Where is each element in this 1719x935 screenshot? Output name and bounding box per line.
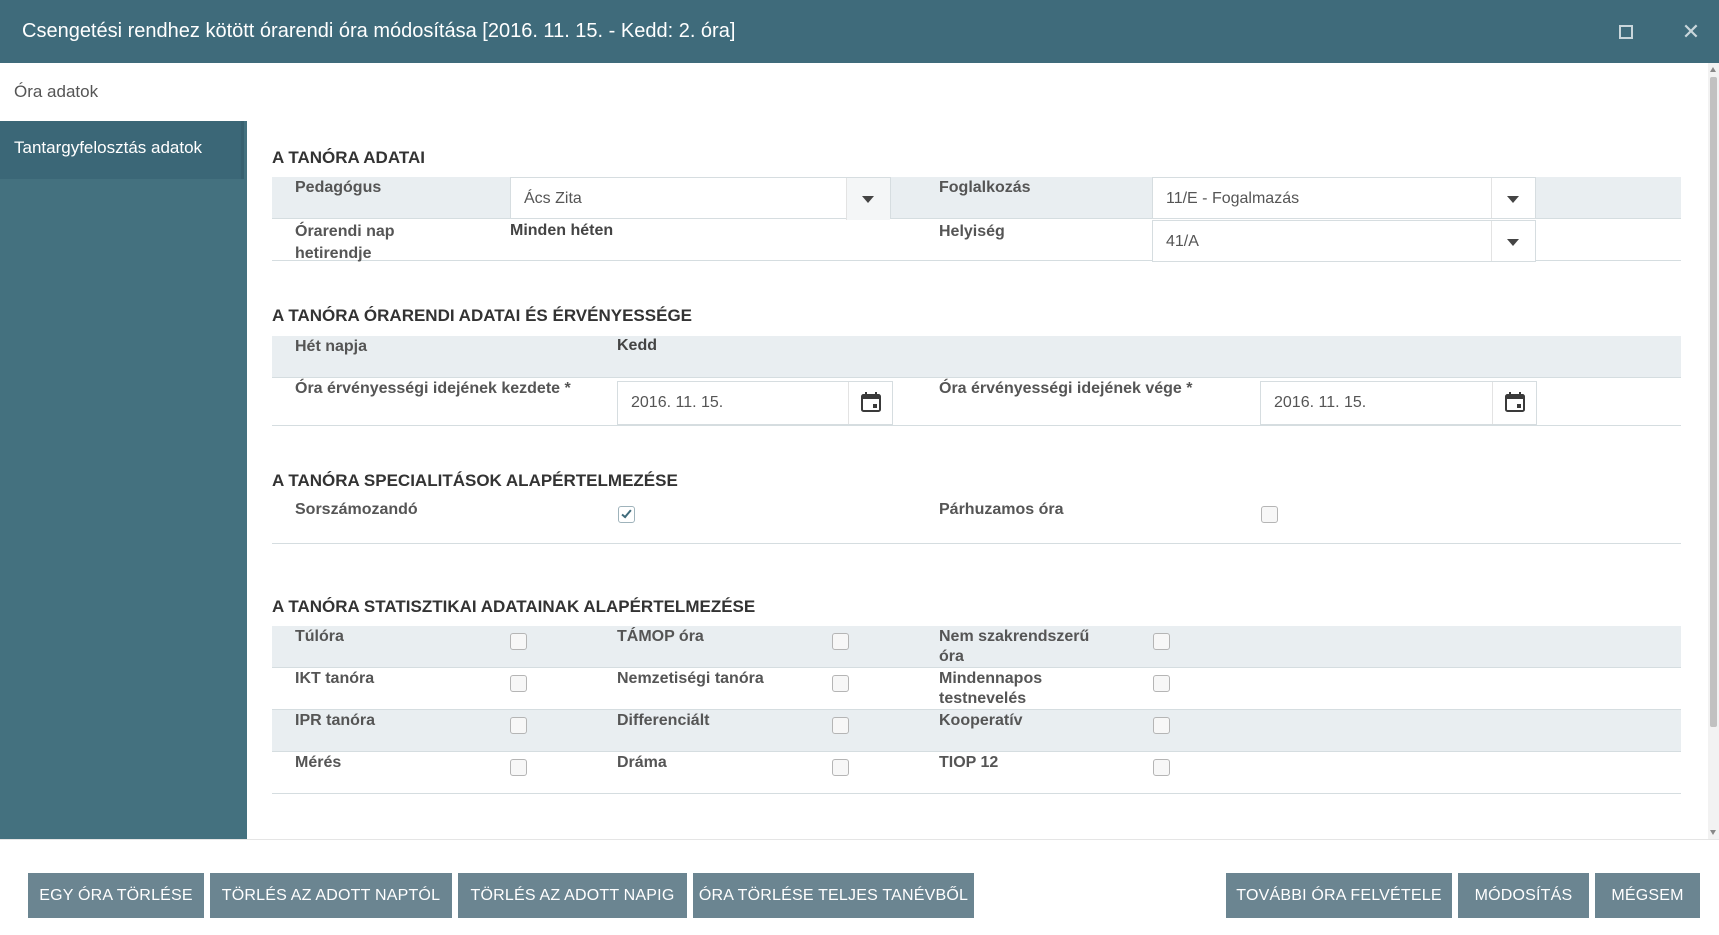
modositas-button[interactable]: MÓDOSÍTÁS [1458, 873, 1589, 918]
vege-label: Óra érvényességi idejének vége * [939, 380, 1193, 397]
stat-label-mindennapos-2: testnevelés [939, 690, 1027, 707]
tab-ora-adatok[interactable]: Óra adatok [14, 82, 98, 102]
row-ervenyesseg: Óra érvényességi idejének kezdete * 2016… [272, 378, 1681, 426]
het-napja-value: Kedd [617, 337, 657, 354]
helyiseg-label: Helyiség [939, 223, 1005, 240]
tamop-checkbox[interactable] [832, 633, 849, 650]
vege-date-input[interactable]: 2016. 11. 15. [1260, 381, 1537, 425]
stat-label-nem-szakrendszeru-1: Nem szakrendszerű [939, 628, 1090, 645]
helyiseg-value: 41/A [1166, 233, 1199, 250]
stat-label-tulora: Túlóra [295, 628, 344, 645]
row-hetirend: Órarendi nap hetirendje Minden héten Hel… [272, 219, 1681, 262]
vertical-scrollbar[interactable] [1708, 63, 1719, 839]
stat-label-meres: Mérés [295, 754, 342, 771]
helyiseg-dropdown-toggle[interactable] [1491, 221, 1535, 261]
sidebar: Tantargyfelosztás adatok [0, 121, 247, 839]
kezdete-value: 2016. 11. 15. [631, 394, 724, 411]
foglalkozas-select[interactable]: 11/E - Fogalmazás [1152, 177, 1536, 219]
row-pedagogus: Pedagógus Ács Zita Foglalkozás 11/E - Fo… [272, 177, 1681, 220]
pedagogus-dropdown-toggle[interactable] [846, 178, 890, 220]
stat-label-ipr: IPR tanóra [295, 712, 376, 729]
section-title-orarendi-adatok: A TANÓRA ÓRARENDI ADATAI ÉS ÉRVÉNYESSÉGE [272, 306, 693, 325]
het-napja-label: Hét napja [295, 338, 368, 355]
section-title-statisztikai: A TANÓRA STATISZTIKAI ADATAINAK ALAPÉRTE… [272, 597, 756, 616]
torles-adott-napig-button[interactable]: TÖRLÉS AZ ADOTT NAPIG [458, 873, 687, 918]
kooperativ-checkbox[interactable] [1153, 717, 1170, 734]
calendar-icon [861, 392, 881, 412]
egy-ora-torlese-button[interactable]: EGY ÓRA TÖRLÉSE [28, 873, 204, 918]
window-titlebar: Csengetési rendhez kötött órarendi óra m… [0, 0, 1719, 63]
ora-torlese-tanevbol-button[interactable]: ÓRA TÖRLÉSE TELJES TANÉVBŐL [693, 873, 974, 918]
top-tab-strip: Óra adatok [0, 63, 1708, 121]
stat-label-differencialt: Differenciált [617, 712, 710, 729]
stat-label-tiop: TIOP 12 [939, 754, 999, 771]
tulora-checkbox[interactable] [510, 633, 527, 650]
tovabbi-ora-felvetele-button[interactable]: TOVÁBBI ÓRA FELVÉTELE [1226, 873, 1452, 918]
drama-checkbox[interactable] [832, 759, 849, 776]
parhuzamos-label: Párhuzamos óra [939, 501, 1064, 518]
pedagogus-value: Ács Zita [524, 190, 582, 207]
scroll-down-arrow-icon[interactable] [1710, 830, 1716, 835]
kezdete-date-input[interactable]: 2016. 11. 15. [617, 381, 893, 425]
meres-checkbox[interactable] [510, 759, 527, 776]
scroll-up-arrow-icon[interactable] [1710, 67, 1716, 72]
stat-label-tamop: TÁMOP óra [617, 628, 704, 645]
helyiseg-select[interactable]: 41/A [1152, 220, 1536, 262]
hetirend-label-line1: Órarendi nap [295, 223, 395, 240]
chevron-down-icon [862, 196, 874, 203]
kezdete-calendar-button[interactable] [848, 382, 892, 424]
stat-row: IPR tanóra Differenciált Kooperatív [272, 710, 1681, 752]
differencialt-checkbox[interactable] [832, 717, 849, 734]
chevron-down-icon [1507, 239, 1519, 246]
stat-label-drama: Dráma [617, 754, 667, 771]
ipr-checkbox[interactable] [510, 717, 527, 734]
sorszamozando-label: Sorszámozandó [295, 501, 418, 518]
foglalkozas-value: 11/E - Fogalmazás [1166, 190, 1300, 207]
maximize-icon [1619, 25, 1633, 39]
tiop-checkbox[interactable] [1153, 759, 1170, 776]
section-title-tanora-adatai: A TANÓRA ADATAI [272, 148, 425, 167]
pedagogus-select[interactable]: Ács Zita [510, 177, 891, 220]
nemzetisegi-checkbox[interactable] [832, 675, 849, 692]
hetirend-label-line2: hetirendje [295, 245, 372, 262]
form-content: A TANÓRA ADATAI Pedagógus Ács Zita Fogla… [247, 121, 1708, 839]
pedagogus-label: Pedagógus [295, 179, 382, 196]
calendar-icon [1505, 392, 1525, 412]
vege-calendar-button[interactable] [1492, 382, 1536, 424]
stat-label-kooperativ: Kooperatív [939, 712, 1023, 729]
stat-label-ikt: IKT tanóra [295, 670, 375, 687]
sidebar-item-tantargyfelosztas[interactable]: Tantargyfelosztás adatok [0, 121, 244, 179]
mindennapos-checkbox[interactable] [1153, 675, 1170, 692]
hetirend-value: Minden héten [510, 222, 614, 239]
stat-label-nem-szakrendszeru-2: óra [939, 648, 964, 665]
sorszamozando-checkbox[interactable] [618, 506, 635, 523]
nem-szakrendszeru-checkbox[interactable] [1153, 633, 1170, 650]
section-title-specialitasok: A TANÓRA SPECIALITÁSOK ALAPÉRTELMEZÉSE [272, 471, 678, 490]
stat-row: IKT tanóra Nemzetiségi tanóra Mindennapo… [272, 668, 1681, 710]
close-button[interactable]: ✕ [1675, 16, 1707, 48]
ikt-checkbox[interactable] [510, 675, 527, 692]
maximize-button[interactable] [1610, 16, 1642, 48]
megsem-button[interactable]: MÉGSEM [1595, 873, 1700, 918]
parhuzamos-checkbox[interactable] [1261, 506, 1278, 523]
close-icon: ✕ [1681, 19, 1701, 44]
footer-button-bar: EGY ÓRA TÖRLÉSE TÖRLÉS AZ ADOTT NAPTÓL T… [0, 839, 1719, 935]
scrollbar-thumb[interactable] [1710, 77, 1717, 727]
foglalkozas-dropdown-toggle[interactable] [1491, 178, 1535, 218]
foglalkozas-label: Foglalkozás [939, 179, 1031, 196]
stat-label-nemzetisegi: Nemzetiségi tanóra [617, 670, 764, 687]
stat-row: Mérés Dráma TIOP 12 [272, 752, 1681, 794]
checkmark-icon [621, 507, 632, 519]
torles-adott-naptol-button[interactable]: TÖRLÉS AZ ADOTT NAPTÓL [210, 873, 452, 918]
window-title: Csengetési rendhez kötött órarendi óra m… [22, 20, 736, 42]
kezdete-label: Óra érvényességi idejének kezdete * [295, 380, 571, 397]
chevron-down-icon [1507, 196, 1519, 203]
row-het-napja: Hét napja Kedd [272, 336, 1681, 378]
row-specialitasok: Sorszámozandó Párhuzamos óra [272, 499, 1681, 544]
stat-label-mindennapos-1: Mindennapos [939, 670, 1043, 687]
stat-row: Túlóra TÁMOP óra Nem szakrendszerű óra [272, 626, 1681, 668]
vege-value: 2016. 11. 15. [1274, 394, 1367, 411]
